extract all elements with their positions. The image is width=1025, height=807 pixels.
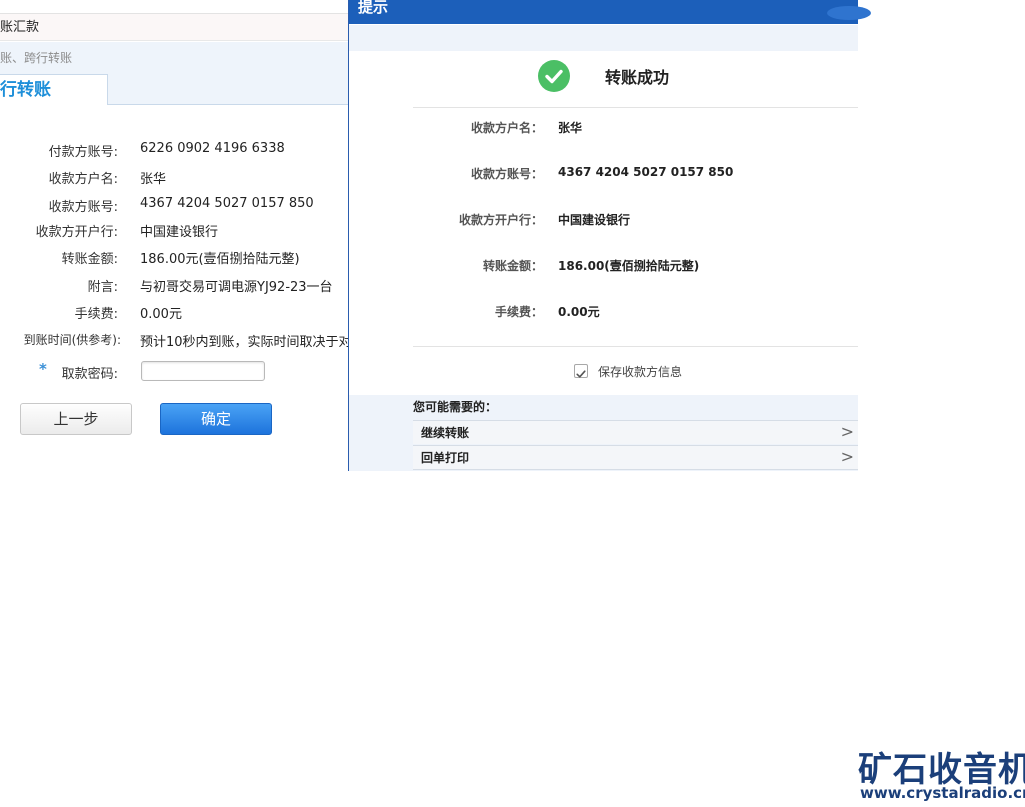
header-decoration bbox=[827, 6, 871, 20]
fee-value: 0.00元 bbox=[140, 307, 182, 322]
dlg-payee-account-value: 4367 4204 5027 0157 850 bbox=[558, 165, 734, 179]
save-payee-checkbox[interactable] bbox=[574, 364, 588, 378]
payee-name-label: 收款方户名: bbox=[48, 172, 118, 187]
payee-account-label: 收款方账号: bbox=[48, 200, 118, 215]
dlg-amount-value: 186.00(壹佰捌拾陆元整) bbox=[558, 259, 700, 273]
dlg-fee-label: 手续费： bbox=[494, 305, 543, 319]
memo-label: 附言: bbox=[87, 280, 118, 295]
payee-account-value: 4367 4204 5027 0157 850 bbox=[140, 196, 314, 211]
dlg-payee-bank-label: 收款方开户行： bbox=[458, 213, 543, 227]
payee-bank-value: 中国建设银行 bbox=[140, 225, 219, 240]
memo-value: 与初哥交易可调电源YJ92-23一台 bbox=[140, 280, 333, 295]
prev-step-button[interactable]: 上一步 bbox=[20, 403, 132, 435]
print-receipt-label: 回单打印 bbox=[421, 451, 470, 465]
payee-name-value: 张华 bbox=[140, 172, 167, 187]
password-input[interactable] bbox=[141, 361, 265, 381]
chevron-right-icon: > bbox=[840, 422, 854, 441]
dlg-payee-account-label: 收款方账号： bbox=[470, 167, 543, 181]
divider bbox=[413, 346, 858, 347]
amount-label: 转账金额: bbox=[61, 252, 118, 267]
save-payee-label[interactable]: 保存收款方信息 bbox=[598, 363, 682, 380]
dlg-payee-name-label: 收款方户名： bbox=[470, 121, 543, 135]
dlg-payee-name-value: 张华 bbox=[558, 121, 583, 135]
continue-transfer-link[interactable]: 继续转账 > bbox=[413, 420, 858, 444]
print-receipt-link[interactable]: 回单打印 > bbox=[413, 445, 858, 469]
check-icon bbox=[576, 370, 586, 378]
suggestions-title: 您可能需要的： bbox=[413, 400, 498, 414]
confirm-button[interactable]: 确定 bbox=[160, 403, 272, 435]
password-label: 取款密码: bbox=[61, 367, 118, 382]
dialog-header: 提示 bbox=[349, 0, 871, 24]
dialog-title: 提示 bbox=[358, 0, 389, 16]
fee-label: 手续费: bbox=[74, 307, 118, 322]
tab-interbank-transfer[interactable]: 跨行转账 bbox=[0, 74, 108, 105]
divider bbox=[413, 469, 858, 470]
success-check-icon bbox=[538, 60, 570, 92]
success-message: 转账成功 bbox=[605, 68, 670, 87]
continue-transfer-label: 继续转账 bbox=[421, 426, 470, 440]
divider bbox=[413, 107, 858, 108]
arrival-time-label: 到账时间(供参考): bbox=[23, 333, 121, 347]
watermark-url: www.crystalradio.cn bbox=[860, 784, 1025, 802]
dialog-sub-strip bbox=[349, 25, 858, 51]
payer-account-value: 6226 0902 4196 6338 bbox=[140, 141, 285, 156]
breadcrumb: 转账、跨行转账 bbox=[0, 42, 350, 74]
payee-bank-label: 收款方开户行: bbox=[35, 225, 118, 240]
arrival-time-value: 预计10秒内到账，实际时间取决于对 bbox=[140, 335, 348, 350]
page-title: 转账汇款 bbox=[0, 20, 40, 35]
payer-account-label: 付款方账号: bbox=[48, 145, 118, 160]
chevron-right-icon: > bbox=[840, 447, 854, 466]
breadcrumb-text: 转账、跨行转账 bbox=[0, 51, 73, 65]
page-title-bar: 转账汇款 bbox=[0, 13, 350, 41]
dlg-amount-label: 转账金额： bbox=[482, 259, 543, 273]
dlg-fee-value: 0.00元 bbox=[558, 305, 600, 319]
dlg-payee-bank-value: 中国建设银行 bbox=[558, 213, 631, 227]
amount-value: 186.00元(壹佰捌拾陆元整) bbox=[140, 252, 300, 267]
tab-label: 跨行转账 bbox=[0, 80, 51, 100]
